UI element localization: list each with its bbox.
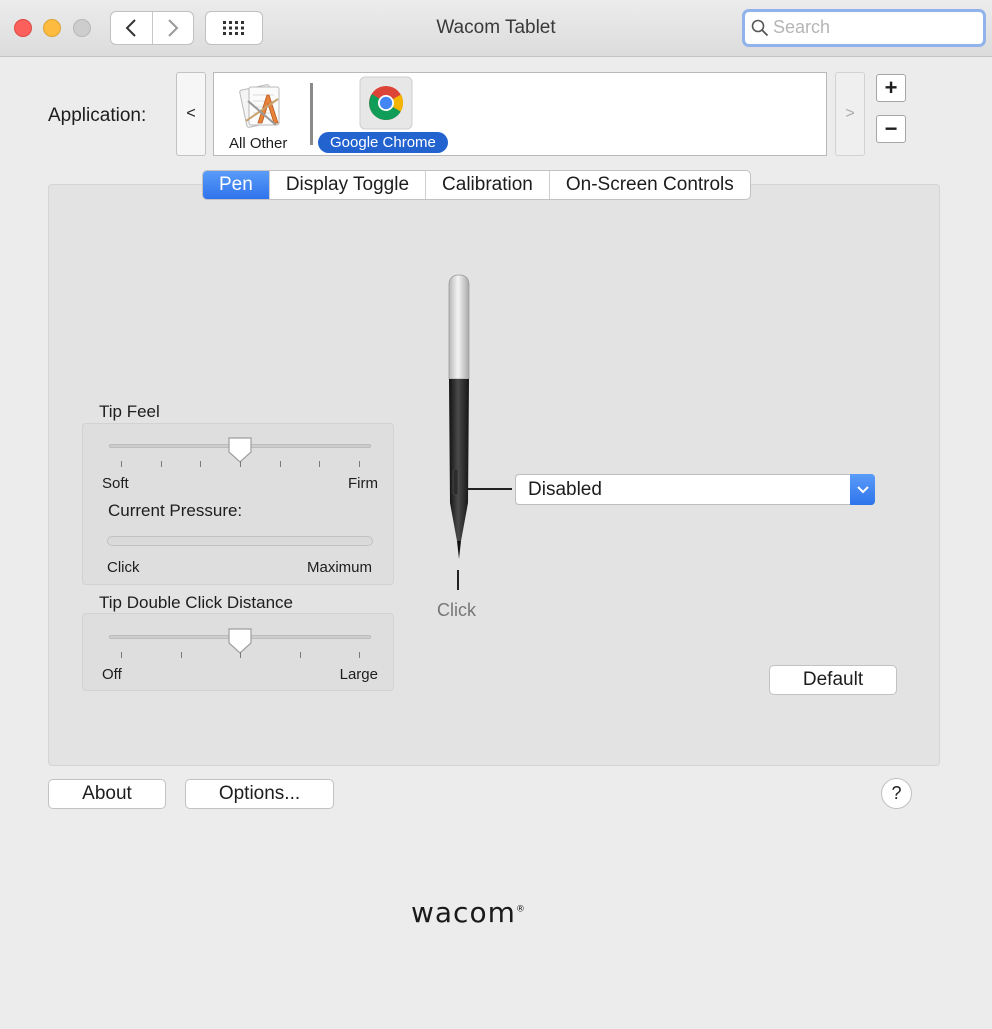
tip-double-click-group: Off Large bbox=[82, 613, 394, 691]
slider-tick bbox=[319, 461, 321, 467]
app-name-all-other: All Other bbox=[229, 135, 288, 152]
wacom-logo-mark: ® bbox=[515, 904, 526, 915]
wacom-logo: wacom® bbox=[411, 896, 526, 929]
tab-bar: Pen Display Toggle Calibration On-Screen… bbox=[202, 170, 751, 200]
app-name-google-chrome: Google Chrome bbox=[318, 132, 448, 153]
wacom-logo-text: wacom bbox=[411, 896, 516, 929]
slider-tick bbox=[279, 461, 281, 467]
slider-tick bbox=[121, 461, 122, 467]
tip-feel-group: Soft Firm Current Pressure: Click Maximu… bbox=[82, 423, 394, 585]
title-bar: Wacom Tablet bbox=[0, 0, 992, 57]
pressure-max-label: Maximum bbox=[306, 559, 372, 576]
tip-double-click-slider-thumb[interactable] bbox=[227, 627, 253, 655]
tab-on-screen-controls[interactable]: On-Screen Controls bbox=[548, 171, 750, 199]
app-item-google-chrome[interactable]: Google Chrome bbox=[318, 73, 462, 155]
slider-tick bbox=[160, 461, 162, 467]
slider-tick bbox=[299, 652, 301, 658]
pen-illustration-icon bbox=[448, 274, 470, 559]
application-label: Application: bbox=[48, 105, 147, 126]
select-arrow bbox=[850, 474, 875, 505]
slider-tick bbox=[200, 461, 202, 467]
chevron-down-icon bbox=[856, 485, 869, 493]
tip-feel-slider-thumb[interactable] bbox=[227, 436, 253, 464]
search-icon bbox=[751, 19, 769, 36]
chrome-icon bbox=[359, 76, 413, 130]
double-click-max-label: Large bbox=[339, 666, 378, 683]
search-field-inner bbox=[751, 17, 973, 38]
about-button[interactable]: About bbox=[48, 779, 166, 809]
search-input[interactable] bbox=[773, 17, 973, 38]
tip-feel-min-label: Soft bbox=[102, 475, 129, 492]
slider-tick bbox=[359, 461, 360, 467]
options-button[interactable]: Options... bbox=[185, 779, 334, 809]
tip-feel-label: Tip Feel bbox=[99, 402, 160, 421]
tab-pen[interactable]: Pen bbox=[203, 171, 269, 199]
side-button-leader-line bbox=[466, 488, 512, 490]
application-list: All Other Google Chrome bbox=[213, 72, 827, 156]
tip-feel-max-label: Firm bbox=[348, 475, 378, 492]
tab-display-toggle[interactable]: Display Toggle bbox=[268, 171, 425, 199]
tip-double-click-label: Tip Double Click Distance bbox=[99, 593, 293, 612]
side-button-function-select[interactable]: Disabled bbox=[515, 474, 875, 505]
tab-calibration[interactable]: Calibration bbox=[425, 171, 549, 199]
slider-tick bbox=[240, 652, 241, 658]
current-pressure-label: Current Pressure: bbox=[108, 501, 243, 520]
current-pressure-bar bbox=[107, 536, 373, 546]
slider-tick bbox=[359, 652, 360, 658]
pressure-min-label: Click bbox=[107, 559, 140, 576]
all-other-apps-icon bbox=[239, 84, 280, 128]
add-application-button[interactable]: + bbox=[876, 74, 906, 102]
tip-leader-line bbox=[457, 570, 459, 590]
tip-function-label[interactable]: Click bbox=[437, 600, 476, 621]
slider-tick bbox=[180, 652, 182, 658]
app-list-separator bbox=[310, 83, 313, 145]
app-scroll-right-button[interactable]: > bbox=[835, 72, 865, 156]
double-click-min-label: Off bbox=[102, 666, 122, 683]
app-item-all-other[interactable]: All Other bbox=[214, 73, 308, 155]
default-button[interactable]: Default bbox=[769, 665, 897, 695]
slider-tick bbox=[240, 461, 241, 467]
remove-application-button[interactable]: − bbox=[876, 115, 906, 143]
app-scroll-left-button[interactable]: < bbox=[176, 72, 206, 156]
help-button[interactable]: ? bbox=[881, 778, 912, 809]
search-field[interactable] bbox=[742, 9, 986, 47]
slider-tick bbox=[121, 652, 122, 658]
side-button-selected-value: Disabled bbox=[528, 478, 602, 500]
